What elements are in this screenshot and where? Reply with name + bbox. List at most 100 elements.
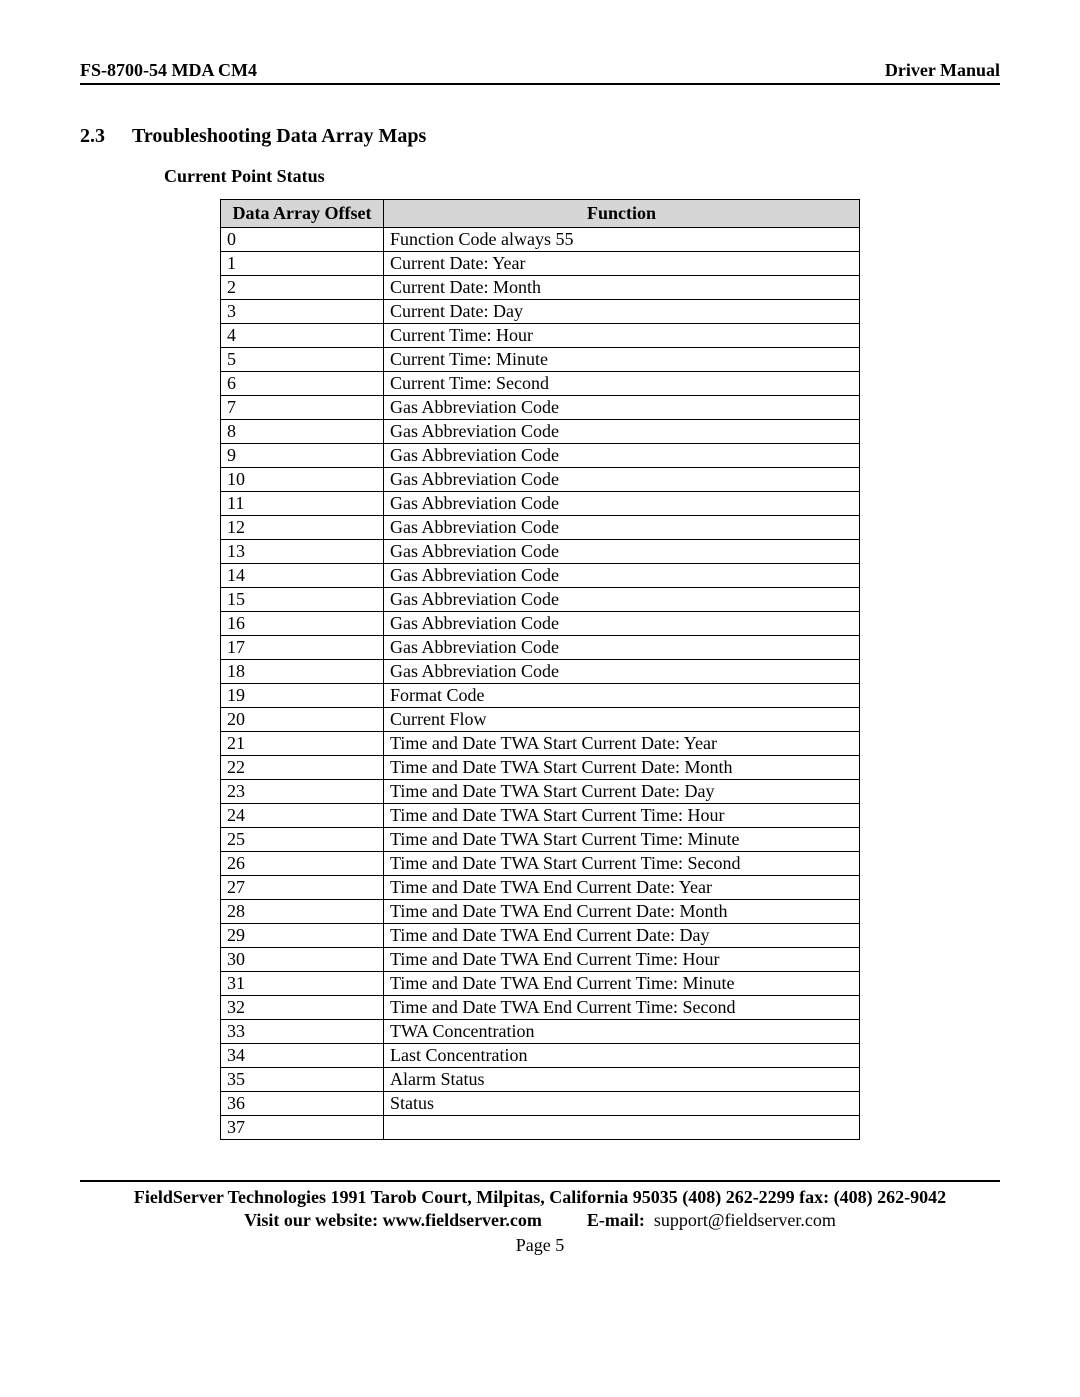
- cell-offset: 28: [221, 900, 384, 924]
- table-row: 17Gas Abbreviation Code: [221, 636, 860, 660]
- cell-function: [384, 1116, 860, 1140]
- cell-function: Format Code: [384, 684, 860, 708]
- cell-offset: 12: [221, 516, 384, 540]
- table-row: 3Current Date: Day: [221, 300, 860, 324]
- table-row: 31Time and Date TWA End Current Time: Mi…: [221, 972, 860, 996]
- cell-offset: 4: [221, 324, 384, 348]
- table-row: 30Time and Date TWA End Current Time: Ho…: [221, 948, 860, 972]
- footer-address: FieldServer Technologies 1991 Tarob Cour…: [80, 1186, 1000, 1209]
- cell-offset: 37: [221, 1116, 384, 1140]
- page-footer: FieldServer Technologies 1991 Tarob Cour…: [80, 1186, 1000, 1233]
- cell-offset: 27: [221, 876, 384, 900]
- cell-function: Gas Abbreviation Code: [384, 588, 860, 612]
- table-row: 2Current Date: Month: [221, 276, 860, 300]
- table-row: 14Gas Abbreviation Code: [221, 564, 860, 588]
- cell-function: Gas Abbreviation Code: [384, 516, 860, 540]
- cell-function: Time and Date TWA End Current Date: Day: [384, 924, 860, 948]
- document-page: FS-8700-54 MDA CM4 Driver Manual 2.3 Tro…: [0, 0, 1080, 1286]
- page-number: Page 5: [80, 1235, 1000, 1256]
- cell-offset: 24: [221, 804, 384, 828]
- cell-function: Time and Date TWA Start Current Time: Ho…: [384, 804, 860, 828]
- table-row: 10Gas Abbreviation Code: [221, 468, 860, 492]
- table-row: 12Gas Abbreviation Code: [221, 516, 860, 540]
- table-row: 32Time and Date TWA End Current Time: Se…: [221, 996, 860, 1020]
- data-array-table: Data Array Offset Function 0Function Cod…: [220, 199, 860, 1140]
- cell-offset: 17: [221, 636, 384, 660]
- cell-offset: 35: [221, 1068, 384, 1092]
- cell-offset: 2: [221, 276, 384, 300]
- cell-function: Current Time: Second: [384, 372, 860, 396]
- table-row: 5Current Time: Minute: [221, 348, 860, 372]
- table-row: 15Gas Abbreviation Code: [221, 588, 860, 612]
- cell-function: Function Code always 55: [384, 228, 860, 252]
- table-row: 36Status: [221, 1092, 860, 1116]
- cell-offset: 26: [221, 852, 384, 876]
- table-row: 37: [221, 1116, 860, 1140]
- cell-function: Time and Date TWA End Current Date: Mont…: [384, 900, 860, 924]
- table-row: 9Gas Abbreviation Code: [221, 444, 860, 468]
- section-title: Troubleshooting Data Array Maps: [132, 125, 426, 148]
- table-row: 23Time and Date TWA Start Current Date: …: [221, 780, 860, 804]
- footer-separator: [80, 1180, 1000, 1182]
- cell-offset: 18: [221, 660, 384, 684]
- table-row: 29Time and Date TWA End Current Date: Da…: [221, 924, 860, 948]
- cell-offset: 16: [221, 612, 384, 636]
- table-header-row: Data Array Offset Function: [221, 200, 860, 228]
- cell-offset: 25: [221, 828, 384, 852]
- table-header-offset: Data Array Offset: [221, 200, 384, 228]
- cell-function: Gas Abbreviation Code: [384, 540, 860, 564]
- table-row: 24Time and Date TWA Start Current Time: …: [221, 804, 860, 828]
- cell-function: Time and Date TWA Start Current Date: Mo…: [384, 756, 860, 780]
- cell-offset: 32: [221, 996, 384, 1020]
- cell-function: Current Date: Day: [384, 300, 860, 324]
- cell-function: Last Concentration: [384, 1044, 860, 1068]
- cell-offset: 36: [221, 1092, 384, 1116]
- table-row: 20Current Flow: [221, 708, 860, 732]
- cell-function: Current Date: Month: [384, 276, 860, 300]
- table-row: 16Gas Abbreviation Code: [221, 612, 860, 636]
- table-row: 13Gas Abbreviation Code: [221, 540, 860, 564]
- cell-offset: 13: [221, 540, 384, 564]
- table-row: 28Time and Date TWA End Current Date: Mo…: [221, 900, 860, 924]
- header-right: Driver Manual: [885, 60, 1000, 81]
- footer-email-label: E-mail:: [587, 1210, 645, 1230]
- cell-offset: 3: [221, 300, 384, 324]
- table-row: 25Time and Date TWA Start Current Time: …: [221, 828, 860, 852]
- cell-function: Time and Date TWA Start Current Time: Mi…: [384, 828, 860, 852]
- cell-function: Gas Abbreviation Code: [384, 420, 860, 444]
- table-row: 21Time and Date TWA Start Current Date: …: [221, 732, 860, 756]
- cell-offset: 22: [221, 756, 384, 780]
- section-number: 2.3: [80, 125, 132, 148]
- cell-function: Current Time: Hour: [384, 324, 860, 348]
- cell-function: Gas Abbreviation Code: [384, 468, 860, 492]
- cell-offset: 6: [221, 372, 384, 396]
- cell-offset: 7: [221, 396, 384, 420]
- table-row: 18Gas Abbreviation Code: [221, 660, 860, 684]
- footer-contact-line: Visit our website: www.fieldserver.com E…: [80, 1209, 1000, 1232]
- page-header: FS-8700-54 MDA CM4 Driver Manual: [80, 60, 1000, 85]
- cell-offset: 29: [221, 924, 384, 948]
- table-row: 0Function Code always 55: [221, 228, 860, 252]
- table-row: 8Gas Abbreviation Code: [221, 420, 860, 444]
- cell-function: Time and Date TWA Start Current Date: Ye…: [384, 732, 860, 756]
- cell-offset: 15: [221, 588, 384, 612]
- cell-function: Current Time: Minute: [384, 348, 860, 372]
- cell-offset: 14: [221, 564, 384, 588]
- cell-function: Time and Date TWA Start Current Date: Da…: [384, 780, 860, 804]
- footer-website-label: Visit our website:: [244, 1210, 383, 1230]
- table-row: 26Time and Date TWA Start Current Time: …: [221, 852, 860, 876]
- cell-offset: 23: [221, 780, 384, 804]
- table-row: 27Time and Date TWA End Current Date: Ye…: [221, 876, 860, 900]
- section-heading: 2.3 Troubleshooting Data Array Maps: [80, 125, 1000, 148]
- table-row: 7Gas Abbreviation Code: [221, 396, 860, 420]
- cell-offset: 11: [221, 492, 384, 516]
- cell-function: TWA Concentration: [384, 1020, 860, 1044]
- header-left: FS-8700-54 MDA CM4: [80, 60, 257, 81]
- table-header-offset-text: Data Array Offset: [227, 203, 377, 224]
- cell-offset: 34: [221, 1044, 384, 1068]
- cell-function: Status: [384, 1092, 860, 1116]
- cell-function: Time and Date TWA End Current Time: Seco…: [384, 996, 860, 1020]
- cell-function: Alarm Status: [384, 1068, 860, 1092]
- cell-function: Gas Abbreviation Code: [384, 612, 860, 636]
- table-row: 33TWA Concentration: [221, 1020, 860, 1044]
